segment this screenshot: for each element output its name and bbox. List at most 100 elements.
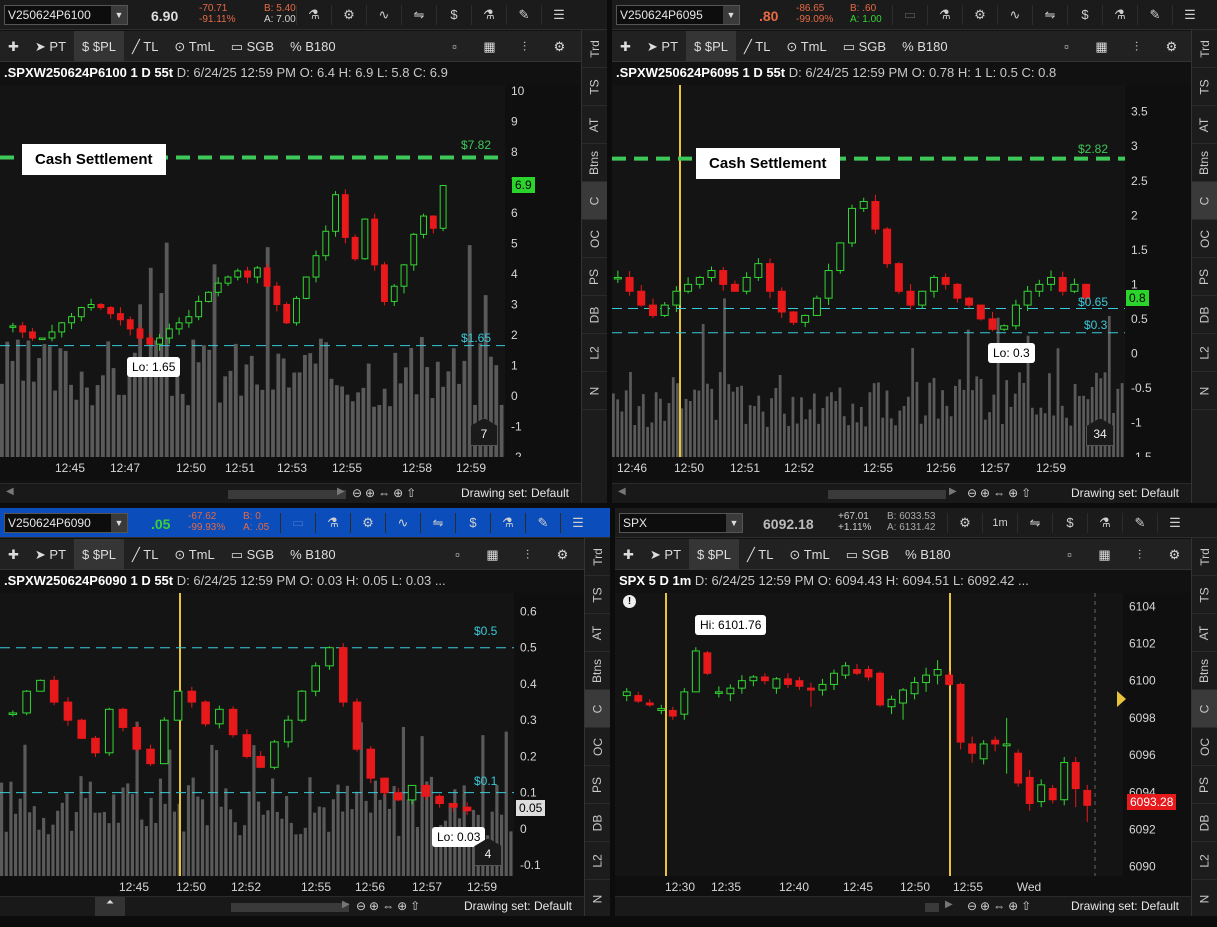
menu-icon[interactable]: ☰ [560,513,595,533]
tab-db[interactable]: DB [1192,296,1217,334]
bars-icon[interactable]: ⫶ [510,539,545,570]
tab-trd[interactable]: Trd [1192,30,1217,68]
tab-n[interactable]: N [1192,372,1217,410]
flask-icon[interactable]: ⚗ [1087,513,1122,533]
tab-at[interactable]: AT [1192,106,1217,144]
tool-pt[interactable]: ➤ PT [639,31,686,62]
pin-icon[interactable]: ✚ [612,31,639,62]
study-icon[interactable]: ∿ [366,5,401,25]
tab-db[interactable]: DB [585,804,610,842]
tool-sgb[interactable]: ▭ SGB [223,539,282,570]
tab-at[interactable]: AT [585,614,610,652]
symbol-selector[interactable]: V250624P6100 ▼ [4,5,128,25]
zoom-controls[interactable]: ⊖⊕⇔⊕⇧ [967,486,1034,500]
tool-pt[interactable]: ➤ PT [27,539,74,570]
scrollbar[interactable] [828,490,946,499]
drawing-icon[interactable]: ✎ [1122,513,1157,533]
square-icon[interactable]: ▫ [1049,31,1084,62]
pattern-icon[interactable]: ⇋ [1017,513,1052,533]
tab-oc[interactable]: OC [585,728,610,766]
study-icon[interactable]: ∿ [997,5,1032,25]
pattern-icon[interactable]: ⇋ [420,513,455,533]
grid-icon[interactable]: ▦ [1087,539,1122,570]
scroll-right-icon[interactable]: ▶ [342,899,350,910]
tool-pt[interactable]: ➤ PT [27,31,74,62]
tab-btns[interactable]: Btns [582,144,607,182]
zoom-controls[interactable]: ⊖⊕⇔⊕⇧ [967,899,1034,913]
tab-n[interactable]: N [1192,880,1217,916]
menu-icon[interactable]: ☰ [541,5,576,25]
tab-oc[interactable]: OC [1192,728,1217,766]
price-chart[interactable]: 6104 6102 6100 6098 6096 6094 6092 6090 12:30 12:… [615,593,1191,896]
tab-ps[interactable]: PS [582,258,607,296]
scroll-left-icon[interactable]: ◀ [6,486,14,497]
tab-l2[interactable]: L2 [1192,842,1217,880]
grid-icon[interactable]: ▦ [475,539,510,570]
tool-tml[interactable]: ⊙ TmL [166,539,222,570]
tab-l2[interactable]: L2 [585,842,610,880]
flask-icon[interactable]: ⚗ [296,5,331,25]
tool-b180[interactable]: % B180 [282,31,344,62]
flask-icon[interactable]: ⚗ [1102,5,1137,25]
tool-b180[interactable]: % B180 [282,539,344,570]
menu-icon[interactable]: ☰ [1157,513,1192,533]
tool-sgb[interactable]: ▭ SGB [223,31,282,62]
tool-pl[interactable]: $ $PL [74,538,125,570]
tab-trd[interactable]: Trd [582,30,607,68]
tool-pl[interactable]: $ $PL [689,538,740,570]
tool-tml[interactable]: ⊙ TmL [778,31,834,62]
drawing-set-selector[interactable]: Drawing set: Default [461,486,569,500]
flask-icon[interactable]: ⚗ [471,5,506,25]
scroll-left-icon[interactable]: ◀ [618,486,626,497]
tab-ps[interactable]: PS [1192,766,1217,804]
tab-btns[interactable]: Btns [1192,652,1217,690]
tool-tl[interactable]: ╱ TL [739,539,781,570]
alert-icon[interactable]: ! [623,595,636,608]
pattern-icon[interactable]: ⇋ [1032,5,1067,25]
gear-icon[interactable]: ⚙ [962,5,997,25]
tab-c[interactable]: C [585,690,610,728]
tab-at[interactable]: AT [1192,614,1217,652]
tab-ps[interactable]: PS [1192,258,1217,296]
symbol-selector[interactable]: V250624P6095 ▼ [616,5,740,25]
scroll-right-icon[interactable]: ▶ [337,486,345,497]
drawing-set-selector[interactable]: Drawing set: Default [1071,486,1179,500]
chevron-down-icon[interactable]: ▼ [726,514,742,532]
gear-icon[interactable]: ⚙ [1157,539,1192,570]
tab-trd[interactable]: Trd [585,538,610,576]
drawing-set-selector[interactable]: Drawing set: Default [1071,899,1179,913]
gear-icon[interactable]: ⚙ [1154,31,1189,62]
tool-b180[interactable]: % B180 [897,539,959,570]
drawing-icon[interactable]: ✎ [1137,5,1172,25]
dollar-icon[interactable]: $ [455,513,490,533]
tool-b180[interactable]: % B180 [894,31,956,62]
square-icon[interactable]: ▫ [440,539,475,570]
scrollbar[interactable] [228,490,346,499]
drawing-icon[interactable]: ✎ [506,5,541,25]
tab-ts[interactable]: TS [585,576,610,614]
zoom-controls[interactable]: ⊖⊕⇔⊕⇧ [356,899,423,913]
tab-trd[interactable]: Trd [1192,538,1217,576]
chevron-down-icon[interactable]: ▼ [111,514,127,532]
tab-oc[interactable]: OC [582,220,607,258]
square-icon[interactable]: ▫ [1052,539,1087,570]
bars-icon[interactable]: ⫶ [507,31,542,62]
flask-icon[interactable]: ⚗ [490,513,525,533]
candlestick-chart[interactable]: 6104610261006098609660946092609012:30 12:… [615,593,1191,896]
tool-tl[interactable]: ╱ TL [124,31,166,62]
gear-icon[interactable]: ⚙ [947,513,982,533]
tool-pt[interactable]: ➤ PT [642,539,689,570]
tab-ts[interactable]: TS [1192,68,1217,106]
flask-icon[interactable]: ⚗ [927,5,962,25]
tool-tl[interactable]: ╱ TL [124,539,166,570]
tool-sgb[interactable]: ▭ SGB [835,31,894,62]
pattern-icon[interactable]: ⇋ [401,5,436,25]
collapse-icon[interactable]: ⏶ [95,897,125,916]
tab-c[interactable]: C [1192,182,1217,220]
bars-icon[interactable]: ⫶ [1122,539,1157,570]
menu-icon[interactable]: ☰ [1172,5,1207,25]
tool-tl[interactable]: ╱ TL [736,31,778,62]
tab-c[interactable]: C [1192,690,1217,728]
tab-at[interactable]: AT [582,106,607,144]
pin-icon[interactable]: ✚ [0,539,27,570]
